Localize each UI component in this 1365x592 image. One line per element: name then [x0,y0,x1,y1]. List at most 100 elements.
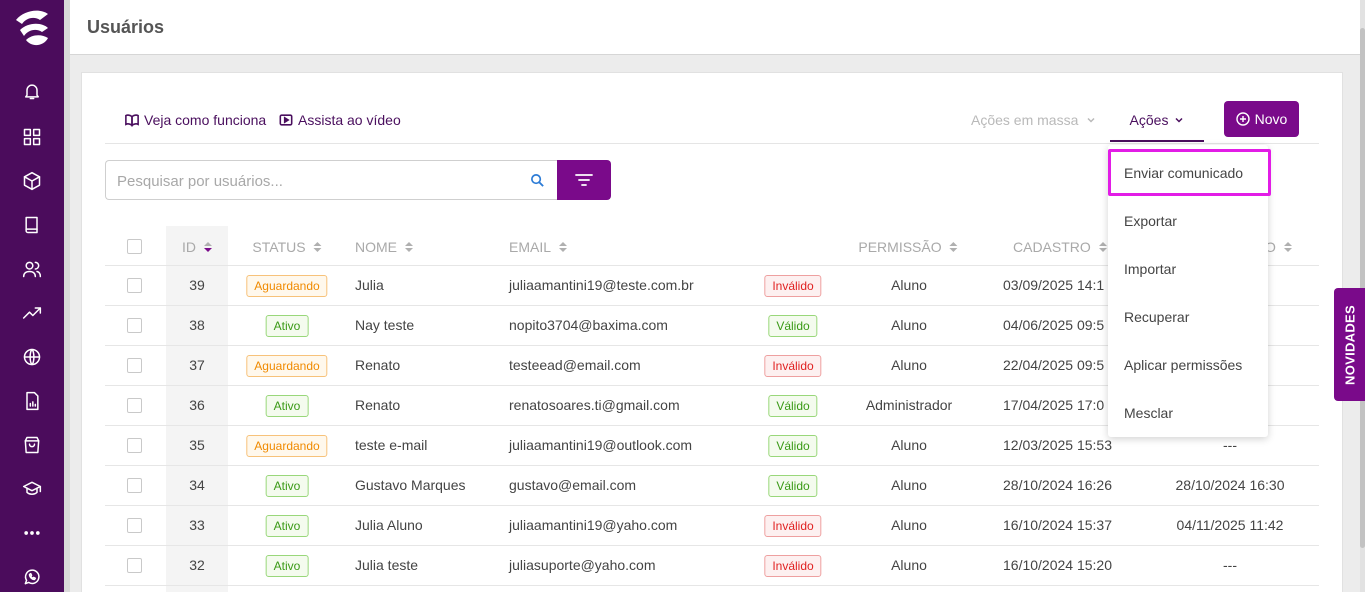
status-badge: Ativo [265,395,309,417]
cell-permission: Aluno [891,517,927,533]
how-it-works-link[interactable]: Veja como funciona [125,112,266,128]
cell-permission: Aluno [891,277,927,293]
select-all-checkbox[interactable] [127,239,142,254]
search-icon[interactable] [530,173,545,188]
sidebar-gutter [64,0,70,592]
email-validity-badge: Válido [768,395,818,417]
cell-id: 35 [189,437,205,453]
header-created[interactable]: CADASTRO [1013,239,1107,255]
status-badge: Ativo [265,515,309,537]
header-status[interactable]: STATUS [252,239,322,255]
watch-video-link[interactable]: Assista ao vídeo [279,112,401,128]
more-dots-icon[interactable] [20,521,44,545]
notifications-bell-icon[interactable] [20,79,44,103]
cell-name[interactable]: Julia [355,277,384,293]
header-id[interactable]: ID [182,239,212,255]
cell-created: 16/10/2024 15:20 [1003,557,1112,573]
status-badge: Aguardando [246,435,328,457]
cell-email: juliaamantini19@outlook.com [509,437,693,453]
sort-icon [204,242,212,252]
novidades-tab[interactable]: NOVIDADES [1334,288,1365,401]
email-validity-badge: Válido [768,435,818,457]
cell-id: 37 [189,357,205,373]
sort-icon [1283,242,1292,252]
status-badge: Ativo [265,315,309,337]
logo-icon[interactable] [10,6,54,50]
status-badge: Ativo [265,555,309,577]
header-email[interactable]: EMAIL [509,239,568,255]
graduation-cap-icon[interactable] [20,477,44,501]
cell-last-access: 04/11/2025 11:42 [1176,517,1284,533]
dashboard-grid-icon[interactable] [20,125,44,149]
sort-icon [1098,242,1107,252]
cell-id: 36 [189,397,205,413]
plus-circle-icon [1235,112,1250,126]
cell-id: 34 [189,477,205,493]
cell-id: 32 [189,557,205,573]
cell-id: 39 [189,277,205,293]
shopping-bag-icon[interactable] [20,433,44,457]
search-input[interactable] [117,170,517,192]
cube-products-icon[interactable] [20,169,44,193]
row-checkbox[interactable] [127,398,142,413]
cell-name[interactable]: Renato [355,397,400,413]
row-checkbox[interactable] [127,318,142,333]
cell-name[interactable]: Renato [355,357,400,373]
menu-item-apply-permissions[interactable]: Aplicar permissões [1124,357,1242,373]
report-file-icon[interactable] [20,389,44,413]
row-checkbox[interactable] [127,438,142,453]
header-last-access[interactable]: O [1265,239,1292,255]
cell-permission: Aluno [891,557,927,573]
globe-icon[interactable] [20,345,44,369]
row-checkbox[interactable] [127,278,142,293]
trending-up-icon[interactable] [20,301,44,325]
cell-last-access: --- [1223,557,1237,573]
row-checkbox[interactable] [127,558,142,573]
row-checkbox[interactable] [127,358,142,373]
status-badge: Aguardando [246,275,328,297]
new-user-button[interactable]: Novo [1224,101,1299,137]
menu-item-export[interactable]: Exportar [1124,213,1177,229]
sort-icon [559,242,568,252]
row-checkbox[interactable] [127,478,142,493]
cell-created: 28/10/2024 16:26 [1003,477,1112,493]
cell-name[interactable]: teste e-mail [355,437,427,453]
row-divider [105,585,1319,586]
cell-id: 33 [189,517,205,533]
cell-name[interactable]: Gustavo Marques [355,477,466,493]
whatsapp-icon[interactable] [20,565,44,589]
cell-email: gustavo@email.com [509,477,637,493]
page-header: Usuários [70,0,1360,55]
cell-name[interactable]: Nay teste [355,317,414,333]
row-divider [105,465,1319,466]
status-badge: Aguardando [246,355,328,377]
email-validity-badge: Inválido [764,515,822,537]
cell-permission: Administrador [865,397,953,413]
cell-email: testeead@email.com [509,357,641,373]
filter-button[interactable] [557,160,611,200]
actions-dropdown[interactable]: Ações [1110,100,1204,142]
header-name[interactable]: NOME [355,239,413,255]
row-divider [105,545,1319,546]
cell-email: juliasuporte@yaho.com [509,557,656,573]
book-icon[interactable] [20,213,44,237]
mass-actions-dropdown[interactable]: Ações em massa [971,112,1096,128]
email-validity-badge: Válido [768,475,818,497]
menu-item-recover[interactable]: Recuperar [1124,309,1189,325]
video-play-icon [279,114,293,126]
cell-name[interactable]: Julia teste [355,557,418,573]
header-id-label: ID [182,239,196,255]
users-icon[interactable] [20,257,44,281]
page-title: Usuários [87,17,165,37]
menu-item-merge[interactable]: Mesclar [1124,405,1173,421]
menu-item-highlight [1108,149,1271,196]
cell-created: 12/03/2025 15:53 [1003,437,1112,453]
email-validity-badge: Inválido [764,555,822,577]
cell-name[interactable]: Julia Aluno [355,517,423,533]
menu-item-import[interactable]: Importar [1124,261,1176,277]
sort-icon [405,242,413,252]
row-checkbox[interactable] [127,518,142,533]
header-permission[interactable]: PERMISSÃO [858,239,958,255]
cell-id: 38 [189,317,205,333]
cell-created: 17/04/2025 17:0 [1003,397,1105,413]
